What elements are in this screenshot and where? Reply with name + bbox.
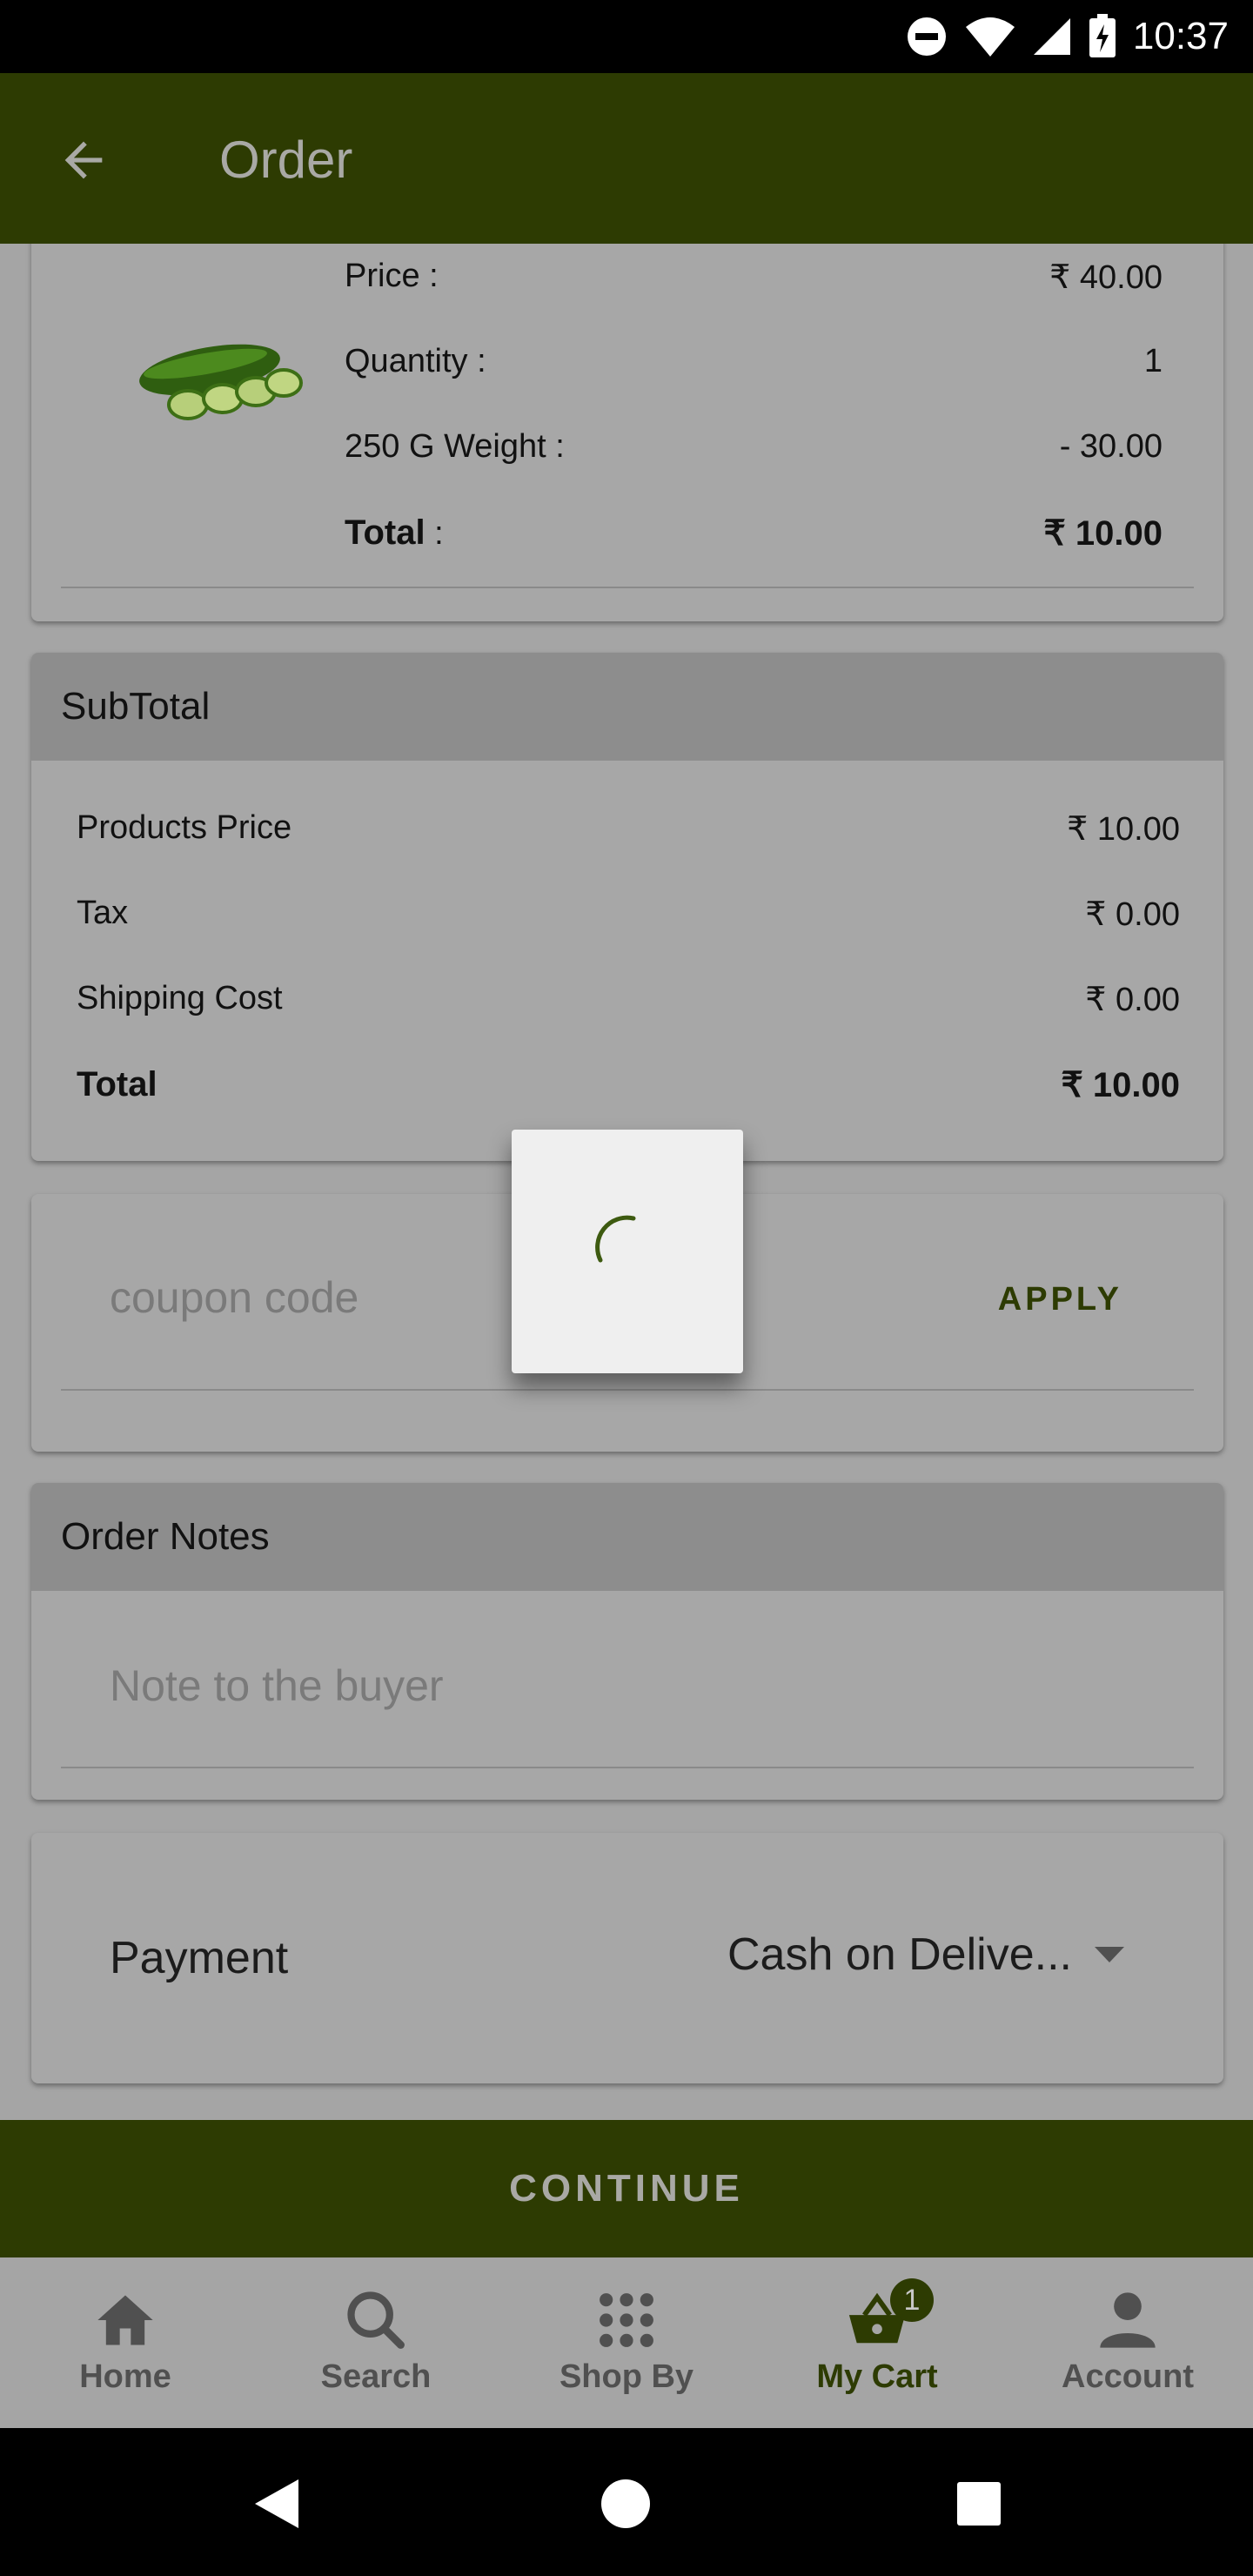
nav-item-search[interactable]: Search <box>251 2257 501 2428</box>
system-nav-bar <box>0 2428 1253 2576</box>
nav-item-my-cart[interactable]: 1 My Cart <box>752 2257 1002 2428</box>
subtotal-row-label: Tax <box>77 895 129 931</box>
payment-selected-value: Cash on Delive... <box>727 1929 1072 1980</box>
payment-card: Payment Cash on Delive... <box>31 1833 1223 2083</box>
home-icon <box>97 2295 153 2345</box>
nav-label: My Cart <box>816 2358 938 2395</box>
person-icon <box>1100 2292 1156 2348</box>
system-recents-button[interactable] <box>948 2473 1009 2534</box>
continue-label: CONTINUE <box>509 2167 744 2210</box>
weight-row: 250 G Weight : - 30.00 <box>345 428 1163 466</box>
system-back-button[interactable] <box>245 2473 306 2534</box>
nav-label: Shop By <box>559 2358 694 2395</box>
apply-button[interactable]: APPLY <box>998 1281 1122 1318</box>
triangle-back-icon <box>255 2479 298 2528</box>
arrow-back-icon <box>64 141 103 179</box>
subtotal-card: SubTotal Products Price ₹ 10.00 Tax ₹ 0.… <box>31 653 1223 1161</box>
subtotal-total-value: ₹ 10.00 <box>1061 1066 1180 1104</box>
order-notes-card: Order Notes Note to the buyer <box>31 1483 1223 1800</box>
quantity-value: 1 <box>1143 343 1163 379</box>
price-row: Price : ₹ 40.00 <box>345 258 1163 297</box>
dropdown-arrow-icon <box>1094 1947 1124 1962</box>
coupon-input[interactable]: coupon code <box>110 1272 358 1323</box>
weight-label: 250 G Weight : <box>345 428 565 465</box>
subtotal-row: Shipping Cost ₹ 0.00 <box>77 980 1180 1019</box>
subtotal-header: SubTotal <box>31 653 1223 761</box>
system-home-button[interactable] <box>595 2473 656 2534</box>
search-icon <box>347 2291 405 2349</box>
nav-label: Search <box>320 2358 432 2395</box>
square-recents-icon <box>957 2482 1001 2526</box>
notes-underline <box>61 1767 1194 1768</box>
app-bar: Order <box>0 73 1253 244</box>
price-label: Price : <box>345 258 439 294</box>
subtotal-row-label: Products Price <box>77 809 292 846</box>
order-notes-header: Order Notes <box>31 1483 1223 1591</box>
subtotal-row-label: Shipping Cost <box>77 980 283 1016</box>
status-icons: 10:37 <box>905 12 1229 61</box>
back-button[interactable] <box>49 125 118 195</box>
subtotal-row: Tax ₹ 0.00 <box>77 895 1180 934</box>
nav-item-shop-by[interactable]: Shop By <box>501 2257 752 2428</box>
product-card: Price : ₹ 40.00 Quantity : 1 250 G Weigh… <box>31 244 1223 621</box>
product-total-label: Total : <box>345 513 444 552</box>
continue-button[interactable]: CONTINUE <box>0 2120 1253 2257</box>
subtotal-total-label: Total <box>77 1065 157 1104</box>
nav-label: Account <box>1062 2358 1194 2395</box>
product-image <box>139 344 303 420</box>
wifi-icon <box>965 17 1015 57</box>
payment-method-select[interactable]: Cash on Delive... <box>727 1929 1124 1981</box>
subtotal-row: Products Price ₹ 10.00 <box>77 809 1180 849</box>
bottom-nav: Home Search Shop By 1 My Cart Account <box>0 2257 1253 2428</box>
subtotal-row-value: ₹ 10.00 <box>1067 811 1180 848</box>
dnd-icon <box>907 17 946 56</box>
weight-value: - 30.00 <box>1059 428 1163 465</box>
nav-item-account[interactable]: Account <box>1002 2257 1253 2428</box>
cell-signal-icon <box>1033 18 1070 55</box>
payment-label: Payment <box>110 1933 289 1983</box>
quantity-row: Quantity : 1 <box>345 343 1163 380</box>
loading-spinner-icon <box>595 1215 636 1263</box>
subtotal-row-value: ₹ 0.00 <box>1085 982 1180 1018</box>
quantity-label: Quantity : <box>345 343 486 379</box>
subtotal-total-row: Total ₹ 10.00 <box>77 1065 1180 1105</box>
cart-count-badge: 1 <box>890 2278 934 2322</box>
price-value: ₹ 40.00 <box>1049 259 1163 296</box>
circle-home-icon <box>601 2479 650 2528</box>
subtotal-row-value: ₹ 0.00 <box>1085 896 1180 933</box>
status-time: 10:37 <box>1132 15 1229 57</box>
battery-icon <box>1089 14 1116 57</box>
nav-label: Home <box>79 2358 171 2395</box>
grid-icon <box>600 2293 653 2347</box>
divider <box>61 587 1194 588</box>
product-total-value: ₹ 10.00 <box>1043 514 1163 553</box>
order-notes-input[interactable]: Note to the buyer <box>110 1660 444 1711</box>
product-total-row: Total : ₹ 10.00 <box>345 513 1163 553</box>
page-title: Order <box>219 131 353 189</box>
loading-dialog <box>512 1130 743 1373</box>
nav-item-home[interactable]: Home <box>0 2257 251 2428</box>
status-bar: 10:37 <box>0 0 1253 73</box>
coupon-underline <box>61 1389 1194 1391</box>
